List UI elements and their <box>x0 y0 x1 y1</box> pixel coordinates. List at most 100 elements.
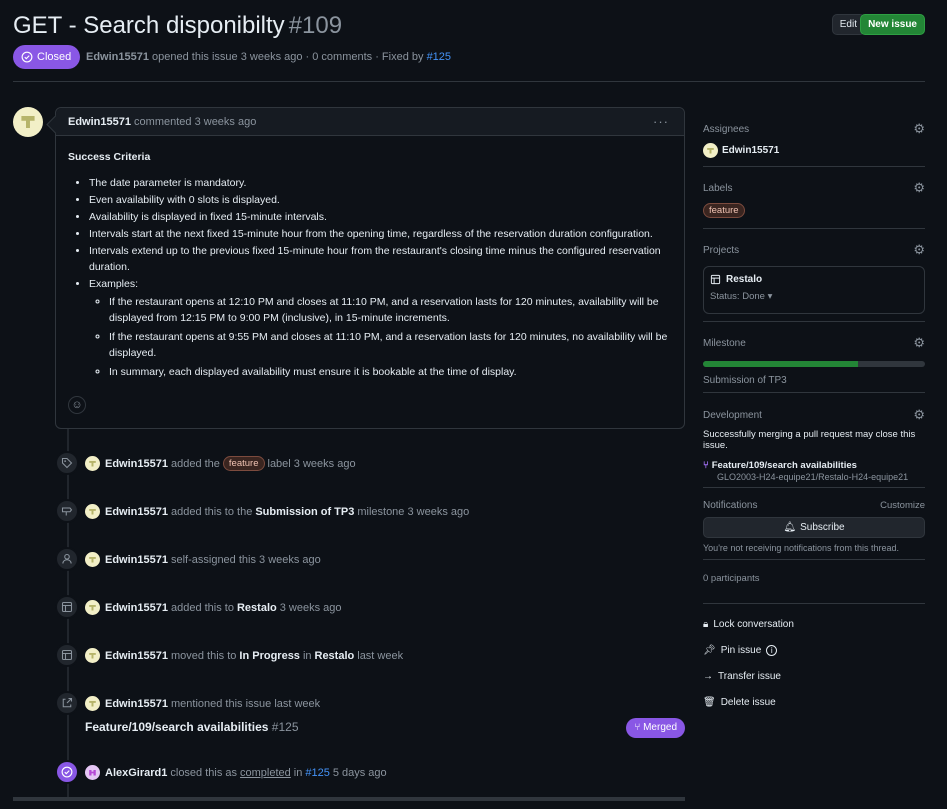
arrow-right-icon: → <box>703 670 713 682</box>
event-user[interactable]: Edwin15571 <box>105 554 168 566</box>
event-text: closed this as <box>170 766 238 779</box>
milestone-name[interactable]: Submission of TP3 <box>703 375 925 386</box>
project-link[interactable]: Restalo <box>315 650 355 662</box>
event-user[interactable]: Edwin15571 <box>105 458 168 470</box>
issue-comment: Edwin15571 commented 3 weeks ago ··· Suc… <box>55 107 685 429</box>
avatar[interactable] <box>703 143 718 158</box>
pin-issue-button[interactable]: 📌︎ Pin issue i <box>703 637 925 663</box>
assignee-name[interactable]: Edwin15571 <box>722 145 779 156</box>
subscribe-label: Subscribe <box>800 522 845 533</box>
fixed-by-link[interactable]: #125 <box>427 51 451 63</box>
pin-label: Pin issue <box>720 644 762 656</box>
list-item: If the restaurant opens at 9:55 PM and c… <box>109 329 672 361</box>
issue-title: GET - Search disponibilty <box>13 12 285 39</box>
author-link[interactable]: Edwin15571 <box>86 51 149 63</box>
list-item: Examples: If the restaurant opens at 12:… <box>89 276 672 380</box>
list-item: Even availability with 0 slots is displa… <box>89 192 672 208</box>
trash-icon: 🗑︎ <box>703 696 716 708</box>
event-text: mentioned this issue last week <box>170 697 321 710</box>
timeline-event: Edwin15571 mentioned this issue last week… <box>55 691 685 741</box>
timeline-event: AlexGirard1 closed this as completed in #125… <box>55 760 685 786</box>
linked-pr-title[interactable]: Feature/109/search availabilities <box>712 460 857 471</box>
projects-title: Projects <box>703 244 740 256</box>
event-text: in <box>293 766 303 779</box>
list-item: Intervals start at the next fixed 15-min… <box>89 226 672 242</box>
milestone-title: Milestone <box>703 337 746 349</box>
gear-icon[interactable]: ⚙ <box>913 242 925 258</box>
avatar[interactable] <box>85 456 100 471</box>
completed-link[interactable]: completed <box>240 767 291 779</box>
new-issue-button[interactable]: New issue <box>860 14 925 35</box>
gear-icon[interactable]: ⚙ <box>913 335 925 351</box>
pr-title[interactable]: Feature/109/search availabilities <box>85 720 268 734</box>
pin-icon: 📌︎ <box>703 644 716 656</box>
merged-label: Merged <box>643 722 677 733</box>
lock-conversation-button[interactable]: 🔒︎ Lock conversation <box>703 611 925 637</box>
project-card[interactable]: Restalo Status: Done ▾ <box>703 266 925 314</box>
event-text: 5 days ago <box>332 766 387 779</box>
avatar[interactable] <box>85 552 100 567</box>
gear-icon[interactable]: ⚙ <box>913 121 925 137</box>
development-section: Development ⚙ Successfully merging a pull… <box>703 393 925 488</box>
divider <box>13 797 685 801</box>
comment-author[interactable]: Edwin15571 <box>68 116 131 128</box>
comment-body: Success Criteria The date parameter is m… <box>56 136 684 396</box>
event-text: added this to <box>170 601 234 614</box>
transfer-issue-button[interactable]: → Transfer issue <box>703 663 925 689</box>
customize-link[interactable]: Customize <box>880 500 925 511</box>
milestone-link[interactable]: Submission of TP3 <box>255 506 354 518</box>
assignees-section: Assignees ⚙ Edwin15571 <box>703 107 925 167</box>
info-icon[interactable]: i <box>766 644 778 656</box>
issue-number: #109 <box>288 12 343 39</box>
gear-icon[interactable]: ⚙ <box>913 180 925 196</box>
lock-label: Lock conversation <box>713 618 794 630</box>
status-link[interactable]: In Progress <box>239 650 300 662</box>
bell-icon: 🔔︎ <box>783 522 797 533</box>
event-text: label 3 weeks ago <box>267 457 356 470</box>
smiley-icon[interactable]: ☺ <box>68 396 86 414</box>
check-circle-icon <box>55 760 79 784</box>
kebab-menu-icon[interactable]: ··· <box>653 114 669 129</box>
avatar[interactable] <box>13 107 43 137</box>
subscribe-button[interactable]: 🔔︎ Subscribe <box>703 517 925 538</box>
event-text: 3 weeks ago <box>279 601 342 614</box>
avatar[interactable] <box>85 696 100 711</box>
avatar[interactable] <box>85 504 100 519</box>
pr-link[interactable]: #125 <box>305 767 329 779</box>
delete-issue-button[interactable]: 🗑︎ Delete issue <box>703 689 925 715</box>
event-text: added the <box>170 457 220 470</box>
meta-text: opened this issue 3 weeks ago · 0 commen… <box>148 51 427 63</box>
milestone-section: Milestone ⚙ Submission of TP3 <box>703 322 925 393</box>
table-icon <box>710 274 721 285</box>
page-title: GET - Search disponibilty #109 <box>13 12 342 40</box>
avatar[interactable] <box>85 648 100 663</box>
event-user[interactable]: Edwin15571 <box>105 650 168 662</box>
pr-reference[interactable]: Feature/109/search availabilities #125 <box>85 720 299 734</box>
pull-request-icon: ⑂ <box>703 460 709 471</box>
merged-badge: ⑂ Merged <box>626 718 685 738</box>
event-user[interactable]: Edwin15571 <box>105 698 168 710</box>
notification-note: You're not receiving notifications from … <box>703 543 899 553</box>
label-feature[interactable]: feature <box>703 203 745 218</box>
development-note: Successfully merging a pull request may … <box>703 429 916 451</box>
project-status-dropdown[interactable]: Status: Done ▾ <box>710 291 918 302</box>
avatar[interactable] <box>85 600 100 615</box>
gear-icon[interactable]: ⚙ <box>913 407 925 423</box>
merge-icon: ⑂ <box>634 722 641 733</box>
tag-icon <box>55 451 79 475</box>
delete-label: Delete issue <box>720 696 776 708</box>
event-user[interactable]: Edwin15571 <box>105 506 168 518</box>
event-user[interactable]: Edwin15571 <box>105 602 168 614</box>
list-item: In summary, each displayed availability … <box>109 364 672 380</box>
label-feature[interactable]: feature <box>222 456 265 471</box>
comment-heading: Success Criteria <box>68 151 151 163</box>
person-icon <box>55 547 79 571</box>
event-user[interactable]: AlexGirard1 <box>105 767 167 779</box>
issue-meta: Edwin15571 opened this issue 3 weeks ago… <box>86 51 451 63</box>
event-text: self-assigned this 3 weeks ago <box>170 553 321 566</box>
project-link[interactable]: Restalo <box>237 602 277 614</box>
avatar[interactable] <box>85 765 100 780</box>
criteria-list: The date parameter is mandatory. Even av… <box>89 175 672 380</box>
project-name[interactable]: Restalo <box>726 274 762 285</box>
check-circle-icon <box>21 51 33 63</box>
